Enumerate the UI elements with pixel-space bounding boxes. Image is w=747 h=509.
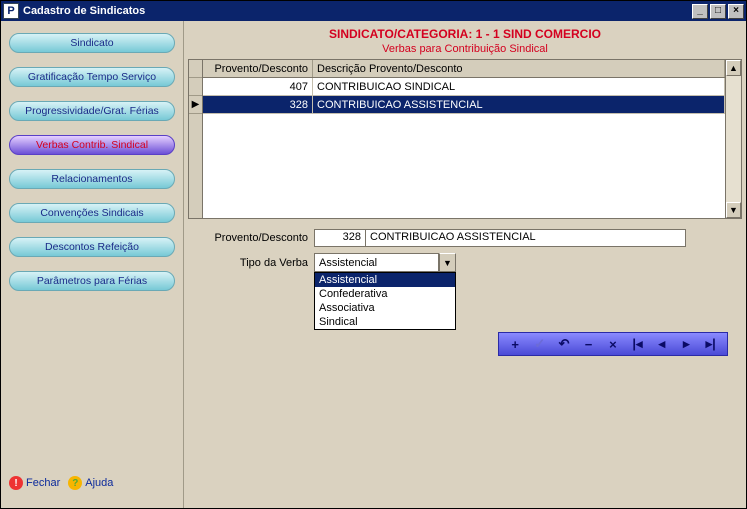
row-indicator-1 — [189, 78, 202, 96]
grid-corner — [189, 60, 202, 78]
tipo-dropdown: Assistencial Confederativa Associativa S… — [314, 272, 456, 330]
nav-ok-button[interactable]: ✓ — [530, 334, 550, 354]
grid: ▶ Provento/Desconto Descrição Provento/D… — [188, 59, 742, 219]
ajuda-button[interactable]: ? Ajuda — [68, 476, 113, 490]
sidebar-item-parametros[interactable]: Parâmetros para Férias — [9, 271, 175, 291]
grid-empty-area — [203, 114, 725, 218]
tipo-selected: Assistencial — [314, 253, 439, 272]
sidebar: Sindicato Gratificação Tempo Serviço Pro… — [1, 21, 184, 508]
main-panel: SINDICATO/CATEGORIA: 1 - 1 SIND COMERCIO… — [184, 21, 746, 508]
nav-first-button[interactable]: |◂ — [627, 334, 647, 354]
table-row[interactable]: 328 CONTRIBUICAO ASSISTENCIAL — [203, 96, 725, 114]
provento-desc-input[interactable]: CONTRIBUICAO ASSISTENCIAL — [366, 229, 686, 247]
record-navigator: + ✓ ↶ − × |◂ ◂ ▸ ▸| — [498, 332, 728, 356]
row-indicator-2: ▶ — [189, 96, 202, 114]
nav-delete-button[interactable]: − — [579, 334, 599, 354]
tipo-option-confederativa[interactable]: Confederativa — [315, 287, 455, 301]
sidebar-item-verbas-contrib[interactable]: Verbas Contrib. Sindical — [9, 135, 175, 155]
client-area: Sindicato Gratificação Tempo Serviço Pro… — [1, 21, 746, 508]
window-title: Cadastro de Sindicatos — [23, 5, 692, 17]
sidebar-item-convencoes[interactable]: Convenções Sindicais — [9, 203, 175, 223]
nav-cancel-button[interactable]: × — [603, 334, 623, 354]
nav-undo-button[interactable]: ↶ — [554, 334, 574, 354]
maximize-button[interactable]: □ — [710, 4, 726, 19]
close-icon: ! — [9, 476, 23, 490]
tipo-label: Tipo da Verba — [194, 257, 314, 269]
help-icon: ? — [68, 476, 82, 490]
provento-label: Provento/Desconto — [194, 232, 314, 244]
tipo-combo[interactable]: Assistencial ▼ Assistencial Confederativ… — [314, 253, 456, 272]
scroll-track[interactable] — [726, 76, 741, 202]
titlebar: P Cadastro de Sindicatos _ □ × — [1, 1, 746, 21]
category-header: SINDICATO/CATEGORIA: 1 - 1 SIND COMERCIO — [188, 23, 742, 43]
col-header-code[interactable]: Provento/Desconto — [203, 60, 313, 77]
nav-next-button[interactable]: ▸ — [676, 334, 696, 354]
col-header-desc[interactable]: Descrição Provento/Desconto — [313, 60, 725, 77]
table-row[interactable]: 407 CONTRIBUICAO SINDICAL — [203, 78, 725, 96]
app-window: P Cadastro de Sindicatos _ □ × Sindicato… — [0, 0, 747, 509]
section-header: Verbas para Contribuição Sindical — [188, 43, 742, 59]
close-window-button[interactable]: × — [728, 4, 744, 19]
minimize-button[interactable]: _ — [692, 4, 708, 19]
tipo-option-sindical[interactable]: Sindical — [315, 315, 455, 329]
chevron-down-icon[interactable]: ▼ — [439, 253, 456, 272]
sidebar-item-gratificacao[interactable]: Gratificação Tempo Serviço — [9, 67, 175, 87]
sidebar-item-sindicato[interactable]: Sindicato — [9, 33, 175, 53]
cell-desc: CONTRIBUICAO SINDICAL — [313, 78, 725, 95]
ajuda-label: Ajuda — [85, 477, 113, 489]
tipo-option-associativa[interactable]: Associativa — [315, 301, 455, 315]
cell-desc: CONTRIBUICAO ASSISTENCIAL — [313, 96, 725, 113]
app-icon: P — [3, 3, 19, 19]
cell-code: 328 — [203, 96, 313, 113]
tipo-option-assistencial[interactable]: Assistencial — [315, 273, 455, 287]
scroll-down-icon[interactable]: ▼ — [726, 202, 741, 218]
provento-code-input[interactable]: 328 — [314, 229, 366, 247]
cell-code: 407 — [203, 78, 313, 95]
scroll-up-icon[interactable]: ▲ — [726, 60, 741, 76]
sidebar-item-progressividade[interactable]: Progressividade/Grat. Férias — [9, 101, 175, 121]
nav-add-button[interactable]: + — [505, 334, 525, 354]
nav-last-button[interactable]: ▸| — [701, 334, 721, 354]
sidebar-item-relacionamentos[interactable]: Relacionamentos — [9, 169, 175, 189]
fechar-label: Fechar — [26, 477, 60, 489]
fechar-button[interactable]: ! Fechar — [9, 476, 60, 490]
nav-prev-button[interactable]: ◂ — [652, 334, 672, 354]
sidebar-item-descontos[interactable]: Descontos Refeição — [9, 237, 175, 257]
form-area: Provento/Desconto 328 CONTRIBUICAO ASSIS… — [188, 219, 742, 362]
grid-scrollbar[interactable]: ▲ ▼ — [725, 60, 741, 218]
